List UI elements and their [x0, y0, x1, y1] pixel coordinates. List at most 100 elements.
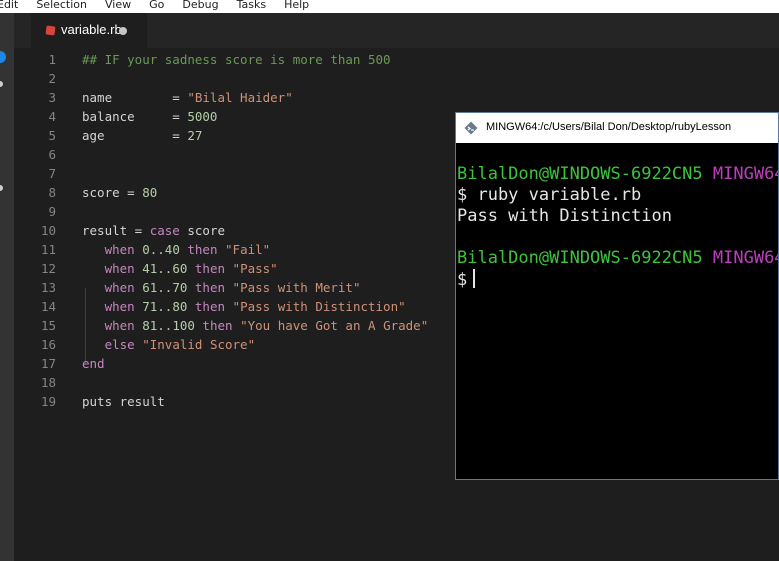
code-line[interactable]: 1 ## IF your sadness score is more than 5…	[14, 50, 779, 69]
code-token: end	[82, 356, 105, 371]
terminal-input-line[interactable]: $	[457, 269, 476, 291]
activity-badge-icon[interactable]	[0, 51, 6, 63]
menu-edit[interactable]: Edit	[0, 0, 18, 10]
code-text: end	[82, 354, 105, 373]
code-token: "Pass with Distinction"	[232, 299, 406, 314]
code-token: "Pass with Merit"	[232, 280, 361, 295]
code-token: 5000	[187, 109, 218, 124]
code-token: when	[104, 242, 135, 257]
code-token: then	[194, 318, 233, 333]
code-token: then	[187, 261, 226, 276]
code-text: when 71..80 then "Pass with Distinction"	[82, 297, 406, 316]
menu-selection[interactable]: Selection	[36, 0, 87, 10]
code-text: when 61..70 then "Pass with Merit"	[82, 278, 361, 297]
code-token: else	[104, 337, 135, 352]
code-token: 81..100	[142, 318, 195, 333]
line-number: 6	[48, 147, 56, 162]
menu-help[interactable]: Help	[284, 0, 309, 10]
code-line[interactable]: 3 name = "Bilal Haider"	[14, 88, 779, 107]
code-text: score = 80	[82, 183, 157, 202]
terminal-title-bar[interactable]: MINGW64:/c/Users/Bilal Don/Desktop/rubyL…	[456, 113, 778, 143]
line-number: 16	[40, 337, 56, 352]
menu-bar: Edit Selection View Go Debug Tasks Help	[0, 0, 779, 13]
code-token: then	[179, 242, 218, 257]
line-number: 2	[48, 71, 56, 86]
code-token: result =	[82, 223, 150, 238]
code-token: when	[104, 280, 135, 295]
line-number: 19	[40, 394, 56, 409]
code-token: when	[104, 299, 135, 314]
line-number: 4	[48, 109, 56, 124]
git-bash-icon	[464, 121, 478, 135]
code-text: age = 27	[82, 126, 202, 145]
line-number: 8	[48, 185, 56, 200]
code-text: ## IF your sadness score is more than 50…	[82, 50, 391, 69]
code-text: puts result	[82, 392, 165, 411]
code-token: balance =	[82, 109, 188, 124]
prompt-user-2: BilalDon@WINDOWS-6922CN5	[457, 248, 703, 268]
unsaved-dot-icon[interactable]	[119, 27, 127, 35]
code-text: balance = 5000	[82, 107, 217, 126]
code-text: name = "Bilal Haider"	[82, 88, 293, 107]
code-token: then	[187, 280, 226, 295]
code-line[interactable]: 2	[14, 69, 779, 88]
activity-bar	[0, 13, 14, 561]
code-token: "You have Got an A Grade"	[240, 318, 429, 333]
code-token: ## IF your sadness score is more than 50…	[82, 52, 391, 67]
code-token: 41..60	[142, 261, 188, 276]
code-token: case	[149, 223, 180, 238]
menu-view[interactable]: View	[105, 0, 131, 10]
code-token: 27	[187, 128, 203, 143]
line-number: 10	[40, 223, 56, 238]
prompt-env-2: MINGW64	[712, 248, 779, 268]
line-number: 5	[48, 128, 56, 143]
line-number: 13	[40, 280, 56, 295]
activity-dot-icon[interactable]	[0, 185, 3, 191]
menu-tasks[interactable]: Tasks	[237, 0, 266, 10]
code-token: score	[179, 223, 225, 238]
prompt-env: MINGW64	[712, 164, 779, 184]
code-text: when 81..100 then "You have Got an A Gra…	[82, 316, 429, 335]
line-number: 9	[48, 204, 56, 219]
code-text: when 0..40 then "Fail"	[82, 240, 271, 259]
terminal-output: Pass with Distinction	[457, 206, 672, 226]
code-token: "Pass"	[232, 261, 278, 276]
code-token: puts result	[82, 394, 165, 409]
tab-label: variable.rb	[61, 22, 122, 37]
menu-debug[interactable]: Debug	[182, 0, 218, 10]
tab-strip: variable.rb	[14, 13, 779, 48]
code-token: 61..70	[142, 280, 188, 295]
code-token: when	[104, 261, 135, 276]
terminal-window[interactable]: MINGW64:/c/Users/Bilal Don/Desktop/rubyL…	[455, 112, 779, 480]
code-token: "Fail"	[225, 242, 271, 257]
terminal-title: MINGW64:/c/Users/Bilal Don/Desktop/rubyL…	[486, 121, 732, 133]
code-token: 80	[142, 185, 158, 200]
line-number: 12	[40, 261, 56, 276]
line-number: 15	[40, 318, 56, 333]
code-token: name =	[82, 90, 188, 105]
terminal-command: $ ruby variable.rb	[457, 185, 642, 205]
text-cursor	[473, 269, 476, 288]
activity-dot-icon[interactable]	[0, 81, 3, 87]
code-token: score =	[82, 185, 143, 200]
code-token: 0..40	[142, 242, 180, 257]
line-number: 18	[40, 375, 56, 390]
menu-go[interactable]: Go	[149, 0, 164, 10]
line-number: 17	[40, 356, 56, 371]
code-token: then	[187, 299, 226, 314]
code-text: when 41..60 then "Pass"	[82, 259, 278, 278]
ruby-file-icon	[45, 25, 56, 36]
tab-variable-rb[interactable]: variable.rb	[31, 13, 147, 48]
code-token: age =	[82, 128, 188, 143]
prompt-user: BilalDon@WINDOWS-6922CN5	[457, 164, 703, 184]
